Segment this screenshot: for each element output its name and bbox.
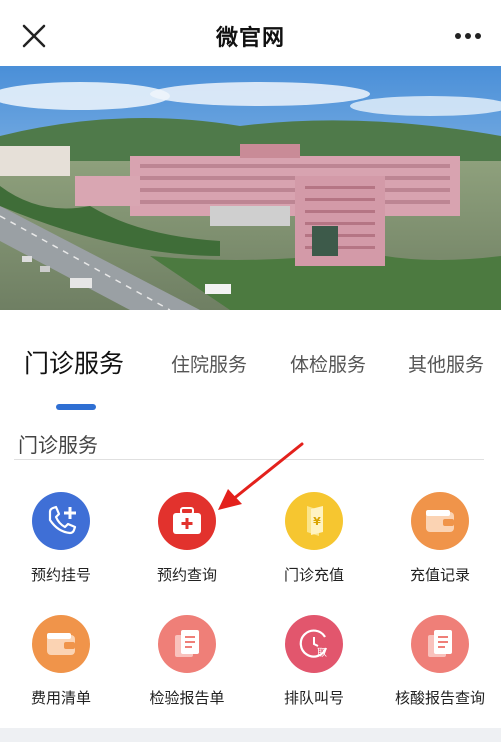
queue-clock-icon: 取: [285, 615, 343, 673]
wallet-icon: [32, 615, 90, 673]
bottom-strip: [0, 728, 501, 742]
svg-text:¥: ¥: [313, 515, 321, 528]
service-label: 核酸报告查询: [394, 689, 485, 707]
service-lab-report[interactable]: 检验报告单: [132, 615, 242, 715]
service-label: 检验报告单: [149, 689, 225, 707]
svg-text:取: 取: [317, 647, 327, 659]
page-title: 微官网: [215, 26, 285, 51]
service-label: 充值记录: [409, 566, 470, 584]
section-title: 门诊服务: [18, 433, 98, 457]
service-appointment-register[interactable]: 预约挂号: [6, 492, 116, 592]
report-icon: [411, 615, 469, 673]
medical-kit-icon: [158, 492, 216, 550]
top-nav-bar: 微官网: [0, 0, 501, 66]
service-nucleic-acid-report[interactable]: 核酸报告查询: [385, 615, 495, 715]
service-recharge-record[interactable]: 充值记录: [385, 492, 495, 592]
phone-plus-icon: [32, 492, 90, 550]
service-label: 排队叫号: [283, 689, 344, 707]
tab-outpatient[interactable]: 门诊服务: [24, 344, 124, 380]
hospital-banner-image[interactable]: [0, 66, 501, 310]
wallet-icon: [411, 492, 469, 550]
more-dots-icon[interactable]: [453, 22, 483, 50]
service-tabs: 门诊服务 住院服务 体检服务 其他服务: [0, 349, 501, 400]
report-icon: [158, 615, 216, 673]
tab-physical-exam[interactable]: 体检服务: [290, 350, 366, 377]
service-label: 门诊充值: [283, 566, 344, 584]
service-expense-list[interactable]: 费用清单: [6, 615, 116, 715]
tab-other[interactable]: 其他服务: [408, 350, 484, 377]
annotation-arrow: [210, 440, 310, 515]
service-queue-call[interactable]: 取 排队叫号: [259, 615, 369, 715]
service-label: 费用清单: [30, 689, 91, 707]
service-label: 预约挂号: [30, 566, 91, 584]
service-label: 预约查询: [156, 566, 217, 584]
tab-inpatient[interactable]: 住院服务: [171, 350, 247, 377]
active-tab-indicator: [56, 404, 96, 410]
